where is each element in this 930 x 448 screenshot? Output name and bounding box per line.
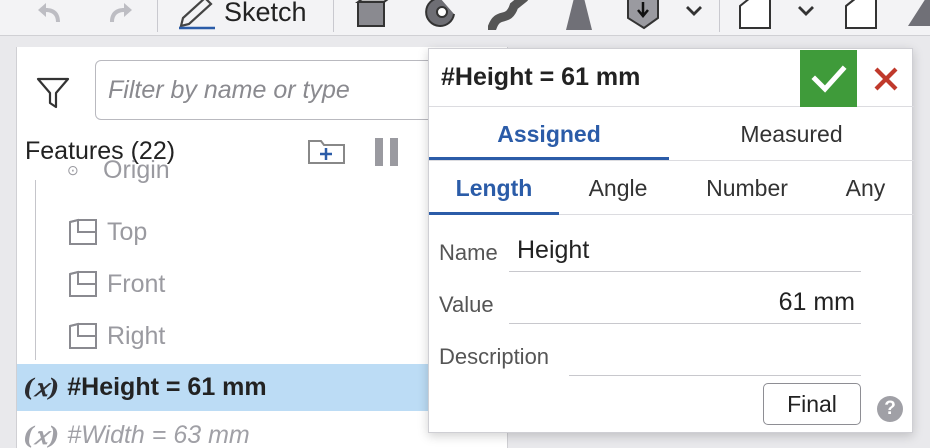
variable-fx-icon: (𝑥) — [23, 373, 60, 402]
tab-length[interactable]: Length — [429, 161, 559, 215]
selected-feature-label: #Height = 61 mm — [67, 373, 267, 401]
list-item[interactable]: (𝑥) #Width = 63 mm — [17, 415, 250, 448]
value-field-underline — [509, 323, 861, 324]
name-field-underline — [509, 271, 861, 272]
extrude-icon[interactable] — [354, 0, 394, 35]
close-icon — [874, 67, 898, 90]
tab-label: Number — [706, 174, 788, 201]
help-label: ? — [884, 398, 896, 419]
list-item[interactable]: Right — [67, 316, 165, 356]
tab-label: Angle — [588, 174, 648, 201]
toolbar-divider — [719, 0, 720, 32]
sketch-button[interactable]: Sketch — [224, 0, 307, 28]
redo-icon[interactable] — [104, 2, 134, 29]
description-field[interactable] — [571, 340, 861, 370]
tab-label: Length — [455, 174, 533, 201]
plane-icon[interactable] — [736, 0, 776, 35]
selected-feature-row[interactable]: (𝑥) #Height = 61 mm — [17, 364, 495, 411]
pause-icon[interactable] — [373, 137, 401, 172]
onshape-window: Sketch Filter by name or type Features (… — [0, 0, 930, 448]
revolve-icon[interactable] — [420, 0, 460, 35]
toolbar: Sketch — [0, 0, 930, 36]
toolbar-divider — [157, 0, 158, 32]
cancel-button[interactable] — [861, 50, 911, 107]
tree-item-label: #Width = 63 mm — [67, 420, 250, 448]
fillet-icon[interactable] — [842, 0, 882, 35]
toolbar-divider — [333, 0, 334, 32]
tab-label: Measured — [740, 120, 843, 147]
sketch-pencil-icon[interactable] — [177, 0, 217, 35]
tab-indicator — [429, 157, 669, 160]
dialog-header: #Height = 61 mm — [429, 49, 914, 107]
subtab-bar: Length Angle Number Any — [429, 161, 914, 215]
plane-icon — [69, 270, 97, 297]
plane-icon — [69, 218, 97, 245]
value-field[interactable]: 61 mm — [509, 288, 855, 317]
checkmark-icon — [810, 64, 847, 93]
tab-angle[interactable]: Angle — [559, 161, 677, 215]
tab-any[interactable]: Any — [817, 161, 914, 215]
description-field-underline — [569, 375, 861, 376]
list-item[interactable]: Front — [67, 264, 165, 304]
dialog-title: #Height = 61 mm — [441, 63, 641, 91]
thicken-icon[interactable] — [626, 0, 662, 35]
sweep-icon[interactable] — [487, 0, 529, 35]
tree-item-label: Front — [107, 269, 166, 298]
plane-icon — [69, 322, 97, 349]
name-field[interactable]: Height — [517, 236, 589, 265]
tab-label: Assigned — [497, 120, 601, 147]
value-label: Value — [439, 292, 494, 317]
tab-bar: Assigned Measured — [429, 107, 914, 161]
loft-icon[interactable] — [558, 0, 598, 35]
tab-label: Any — [845, 174, 886, 201]
list-item[interactable]: ⊙ Origin — [67, 160, 170, 196]
origin-icon: ⊙ — [67, 161, 79, 178]
variable-fx-icon: (𝑥) — [23, 420, 60, 448]
filter-funnel-icon[interactable] — [36, 77, 70, 114]
final-label: Final — [787, 390, 837, 417]
tree-line — [35, 180, 36, 360]
tab-measured[interactable]: Measured — [669, 107, 914, 161]
new-folder-icon[interactable] — [307, 135, 347, 172]
variable-feature: (𝑥) #Height = 61 mm — [17, 364, 267, 411]
tab-number[interactable]: Number — [677, 161, 817, 215]
tree-item-label: Top — [107, 217, 148, 246]
undo-icon[interactable] — [36, 2, 66, 29]
description-label: Description — [439, 344, 550, 369]
variable-dialog: #Height = 61 mm Assigned Measured Length… — [428, 48, 914, 433]
dropdown-chevron-icon[interactable] — [796, 4, 816, 23]
tree-item-label: Right — [107, 321, 166, 350]
name-label: Name — [439, 240, 498, 265]
help-icon[interactable]: ? — [877, 396, 903, 422]
list-item[interactable]: Top — [67, 212, 147, 252]
tab-assigned[interactable]: Assigned — [429, 107, 669, 161]
final-toggle-button[interactable]: Final — [763, 383, 861, 425]
accept-button[interactable] — [800, 50, 857, 107]
tree-item-label: Origin — [103, 160, 170, 184]
chamfer-icon[interactable] — [906, 0, 930, 35]
tab-indicator — [429, 212, 559, 215]
dropdown-chevron-icon[interactable] — [684, 4, 704, 23]
